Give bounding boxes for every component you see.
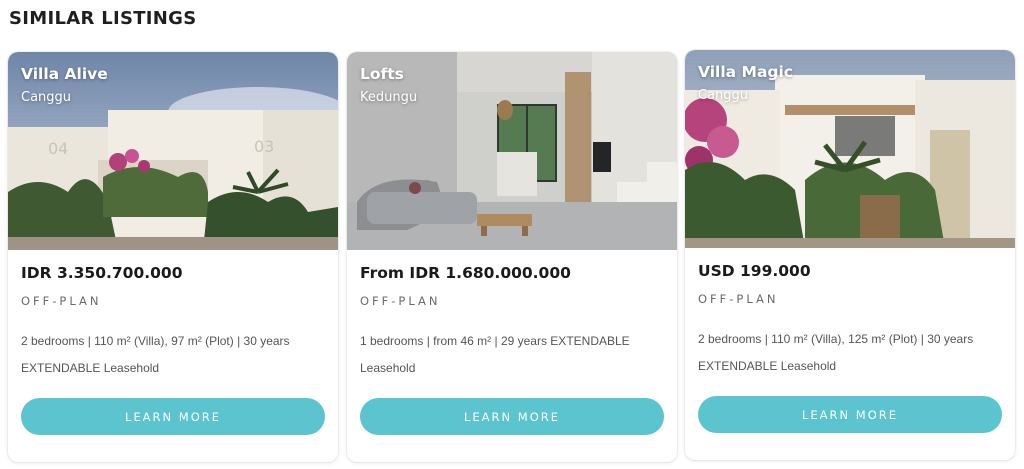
listing-card-lofts[interactable]: Lofts Kedungu From IDR 1.680.000.000 OFF… (347, 52, 677, 462)
svg-text:03: 03 (254, 137, 274, 156)
listing-location: Canggu (698, 88, 749, 103)
listing-status: OFF-PLAN (21, 294, 102, 308)
listing-location: Kedungu (360, 90, 418, 105)
listing-price: USD 199.000 (698, 262, 811, 280)
learn-more-button[interactable]: LEARN MORE (360, 398, 664, 435)
listing-card-villa-magic[interactable]: Villa Magic Canggu USD 199.000 OFF-PLAN … (685, 50, 1015, 460)
listing-location: Canggu (21, 90, 72, 105)
listing-photo[interactable]: 04 03 Villa Alive Canggu (8, 52, 338, 250)
listing-photo[interactable]: Villa Magic Canggu (685, 50, 1015, 248)
learn-more-button[interactable]: LEARN MORE (698, 396, 1002, 433)
listing-description: 1 bedrooms | from 46 m² | 29 years EXTEN… (360, 334, 630, 375)
listing-photo[interactable]: Lofts Kedungu (347, 52, 677, 250)
listing-price: IDR 3.350.700.000 (21, 264, 183, 282)
listing-price: From IDR 1.680.000.000 (360, 264, 571, 282)
listing-card-villa-alive[interactable]: 04 03 Villa Alive Canggu IDR 3.350.700.0… (8, 52, 338, 462)
listing-description: 2 bedrooms | 110 m² (Villa), 125 m² (Plo… (698, 332, 974, 373)
svg-text:04: 04 (48, 139, 68, 158)
learn-more-button[interactable]: LEARN MORE (21, 398, 325, 435)
listing-title: Villa Alive (21, 65, 108, 83)
listing-title: Villa Magic (698, 63, 793, 81)
listing-status: OFF-PLAN (360, 294, 441, 308)
listing-status: OFF-PLAN (698, 292, 779, 306)
listing-title: Lofts (360, 65, 404, 83)
listings-grid: 04 03 Villa Alive Canggu IDR 3.350.700.0… (0, 0, 1024, 469)
listing-description: 2 bedrooms | 110 m² (Villa), 97 m² (Plot… (21, 334, 290, 375)
